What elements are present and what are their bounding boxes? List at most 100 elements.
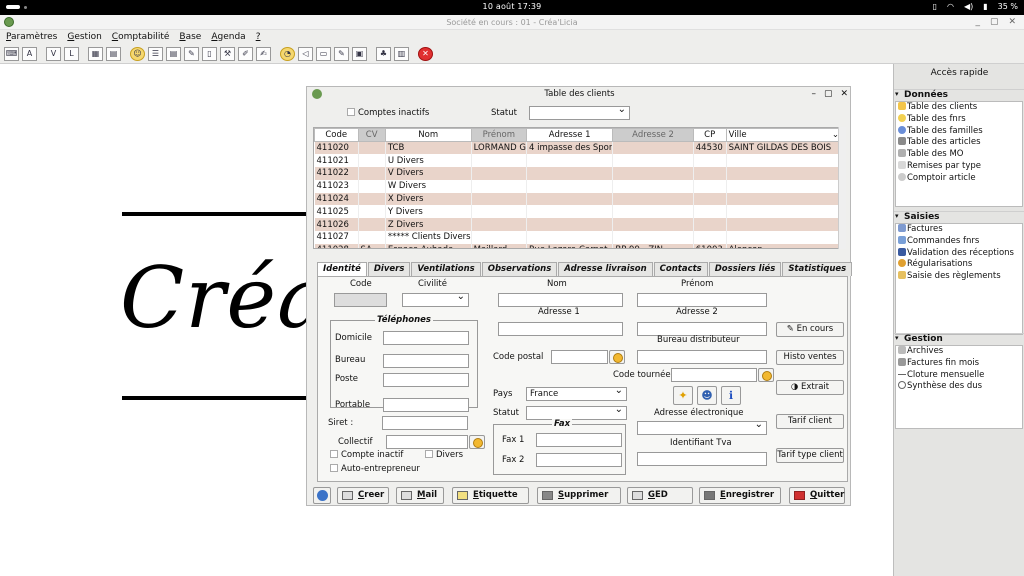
- compte-inactif-checkbox[interactable]: Compte inactif: [330, 450, 403, 460]
- qa-item-regularisations[interactable]: Régularisations: [896, 259, 1022, 271]
- menu-base[interactable]: Base: [179, 30, 201, 44]
- table-scrollbar[interactable]: [838, 127, 846, 249]
- minimize-icon[interactable]: _: [975, 15, 980, 30]
- inactive-accounts-checkbox[interactable]: Comptes inactifs: [347, 108, 429, 118]
- grid-icon[interactable]: ▦: [88, 46, 103, 61]
- menu-help[interactable]: ?: [256, 30, 261, 44]
- etiquette-button[interactable]: Etiquette: [452, 487, 529, 504]
- note-icon[interactable]: ✐: [238, 46, 253, 61]
- qa-item-commandes-fnrs[interactable]: Commandes fnrs: [896, 235, 1022, 248]
- enregistrer-button[interactable]: Enregistrer: [699, 487, 781, 504]
- qa-item-factures[interactable]: Factures: [896, 224, 1022, 236]
- quitter-button[interactable]: Quitter: [789, 487, 845, 504]
- pays-select[interactable]: France: [526, 385, 627, 401]
- checkbox[interactable]: [330, 450, 338, 458]
- tab-statistiques[interactable]: Statistiques: [782, 262, 853, 276]
- qa-item-saisie-reglements[interactable]: Saisie des règlements: [896, 271, 1022, 283]
- text-a-icon[interactable]: A: [22, 46, 37, 61]
- sheet-icon[interactable]: ▤: [166, 46, 181, 61]
- table-row[interactable]: 411027 ***** Clients Divers: [314, 231, 844, 244]
- fax1-field[interactable]: [536, 433, 622, 447]
- fax2-field[interactable]: [536, 453, 622, 467]
- maximize-icon[interactable]: ▢: [990, 15, 999, 30]
- smiley-icon[interactable]: ☺: [130, 46, 145, 61]
- system-clock[interactable]: 10 août 17:39: [0, 2, 1024, 11]
- nom-field[interactable]: [498, 293, 623, 307]
- code-tournee-field[interactable]: [671, 368, 757, 382]
- edit-icon[interactable]: ✍: [256, 46, 271, 61]
- ged-button[interactable]: GED: [627, 487, 693, 504]
- collectif-lookup-icon[interactable]: [469, 435, 485, 449]
- menu-agenda[interactable]: Agenda: [211, 30, 245, 44]
- menu-gestion[interactable]: Gestion: [67, 30, 101, 44]
- dialog-maximize-icon[interactable]: ▢: [824, 87, 833, 101]
- status-filter-select[interactable]: [529, 104, 630, 120]
- code-postal-lookup-icon[interactable]: [609, 350, 625, 364]
- tab-adresse-livraison[interactable]: Adresse livraison: [558, 262, 653, 276]
- pencil-icon[interactable]: ✎: [184, 46, 199, 61]
- col-prenom[interactable]: Prénom: [470, 128, 527, 142]
- info-icon[interactable]: ℹ: [721, 386, 741, 405]
- col-cv[interactable]: CV: [357, 128, 386, 142]
- tab-ventilations[interactable]: Ventilations: [411, 262, 481, 276]
- dialog-minimize-icon[interactable]: –: [811, 87, 816, 101]
- portable-field[interactable]: [383, 398, 469, 412]
- supprimer-button[interactable]: Supprimer: [537, 487, 621, 504]
- table-row[interactable]: 411023 W Divers: [314, 179, 844, 193]
- dialog-title-bar[interactable]: Table des clients – ▢ ✕: [307, 87, 852, 102]
- l-icon[interactable]: L: [64, 46, 79, 61]
- adresse-electronique-select[interactable]: [637, 419, 767, 435]
- table-row[interactable]: 411028SAEspace AuhadeMaillardRue Lazare-…: [314, 243, 844, 248]
- form-icon[interactable]: ▣: [352, 46, 367, 61]
- qa-item-table-articles[interactable]: Table des articles: [896, 137, 1022, 149]
- table-icon[interactable]: ▤: [106, 46, 121, 61]
- table-row[interactable]: 411026 Z Divers: [314, 218, 844, 232]
- qa-item-remises[interactable]: Remises par type: [896, 160, 1022, 173]
- bureau-field[interactable]: [383, 354, 469, 368]
- exit-icon[interactable]: ✕: [418, 46, 433, 61]
- bureau-distributeur-field[interactable]: [637, 350, 767, 364]
- qa-item-validation-receptions[interactable]: Validation des réceptions: [896, 247, 1022, 260]
- plant-icon[interactable]: ♣: [376, 46, 391, 61]
- qa-item-comptoir[interactable]: Comptoir article: [896, 172, 1022, 185]
- checkbox[interactable]: [347, 108, 355, 116]
- dialog-close-icon[interactable]: ✕: [840, 87, 848, 101]
- document-edit-icon[interactable]: ✎: [334, 46, 349, 61]
- tab-contacts[interactable]: Contacts: [653, 262, 708, 276]
- table-row[interactable]: 411022 V Divers: [314, 167, 844, 180]
- adresse1-field[interactable]: [498, 322, 623, 336]
- siret-field[interactable]: [382, 416, 468, 430]
- divers-checkbox[interactable]: Divers: [425, 450, 463, 460]
- section-donnees-header[interactable]: Données: [894, 89, 1024, 100]
- adresse2-field[interactable]: [637, 322, 767, 336]
- tab-divers[interactable]: Divers: [367, 262, 411, 276]
- mail-button[interactable]: Mail: [396, 487, 444, 504]
- creer-button[interactable]: Creer: [337, 487, 389, 504]
- menu-parametres[interactable]: Paramètres: [6, 30, 57, 44]
- tarif-client-button[interactable]: Tarif client: [776, 414, 844, 429]
- col-code[interactable]: Code: [314, 128, 359, 142]
- poste-field[interactable]: [383, 373, 469, 387]
- checkbox[interactable]: [425, 450, 433, 458]
- qa-item-table-fnrs[interactable]: Table des fnrs: [896, 113, 1022, 126]
- section-gestion-header[interactable]: Gestion: [894, 333, 1024, 344]
- code-field[interactable]: [334, 293, 387, 307]
- histo-ventes-button[interactable]: Histo ventes: [776, 350, 844, 365]
- qa-item-cloture[interactable]: Cloture mensuelle: [896, 370, 1022, 382]
- globe-button[interactable]: [313, 487, 331, 504]
- identifiant-tva-field[interactable]: [637, 452, 767, 466]
- col-cp[interactable]: CP: [692, 128, 727, 142]
- checkbox[interactable]: [330, 464, 338, 472]
- extrait-button[interactable]: ◑ Extrait: [776, 380, 844, 395]
- col-adresse1[interactable]: Adresse 1: [525, 128, 614, 142]
- menu-comptabilite[interactable]: Comptabilité: [112, 30, 170, 44]
- qa-item-table-mo[interactable]: Table des MO: [896, 149, 1022, 161]
- clients-table[interactable]: Code CV Nom Prénom Adresse 1 Adresse 2 C…: [313, 127, 845, 249]
- table-row[interactable]: 411021 U Divers: [314, 154, 844, 168]
- system-tray[interactable]: ▯ ◠ ◀) ▮ 35 %: [933, 2, 1018, 11]
- qa-item-factures-fin-mois[interactable]: Factures fin mois: [896, 357, 1022, 370]
- close-icon[interactable]: ✕: [1008, 15, 1016, 30]
- table-row[interactable]: 411025 Y Divers: [314, 205, 844, 219]
- lightbulb-icon[interactable]: ✦: [673, 386, 693, 405]
- en-cours-button[interactable]: ✎ En cours: [776, 322, 844, 337]
